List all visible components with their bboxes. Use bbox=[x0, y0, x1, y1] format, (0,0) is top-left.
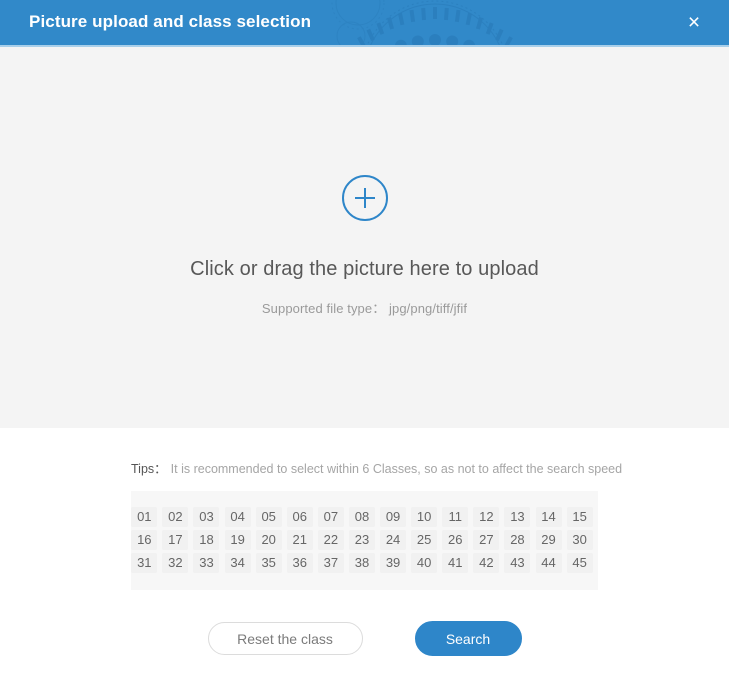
class-chip[interactable]: 15 bbox=[566, 507, 593, 527]
class-chip[interactable]: 21 bbox=[286, 530, 313, 550]
class-chip[interactable]: 34 bbox=[224, 553, 251, 573]
class-chip[interactable]: 12 bbox=[473, 507, 500, 527]
class-chip[interactable]: 01 bbox=[131, 507, 158, 527]
class-chip[interactable]: 32 bbox=[162, 553, 189, 573]
class-chip[interactable]: 06 bbox=[286, 507, 313, 527]
class-chip[interactable]: 07 bbox=[317, 507, 344, 527]
dialog-title: Picture upload and class selection bbox=[29, 12, 312, 31]
class-chip[interactable]: 30 bbox=[566, 530, 593, 550]
class-chip[interactable]: 03 bbox=[193, 507, 220, 527]
class-chip[interactable]: 09 bbox=[380, 507, 407, 527]
class-selection-panel: 01 02 03 04 05 06 07 08 09 10 11 12 13 14 15 16 17 18 19 20… bbox=[131, 491, 598, 590]
class-chip[interactable]: 20 bbox=[255, 530, 282, 550]
close-icon: × bbox=[687, 11, 701, 34]
reset-the-class-button[interactable]: Reset the class bbox=[207, 622, 363, 655]
class-chip[interactable]: 10 bbox=[411, 507, 438, 527]
class-chip[interactable]: 26 bbox=[442, 530, 469, 550]
class-chip[interactable]: 41 bbox=[442, 553, 469, 573]
class-chip[interactable]: 31 bbox=[131, 553, 158, 573]
class-chip[interactable]: 37 bbox=[317, 553, 344, 573]
class-chip[interactable]: 44 bbox=[535, 553, 562, 573]
class-chip[interactable]: 45 bbox=[566, 553, 593, 573]
class-chip[interactable]: 27 bbox=[473, 530, 500, 550]
class-chip[interactable]: 05 bbox=[255, 507, 282, 527]
plus-circle-icon bbox=[341, 175, 388, 221]
tips-text: It is recommended to select within 6 Cla… bbox=[170, 462, 623, 476]
class-chip[interactable]: 29 bbox=[535, 530, 562, 550]
dialog-header: Picture upload and class selection × bbox=[0, 0, 729, 47]
class-chip[interactable]: 38 bbox=[348, 553, 375, 573]
class-chip[interactable]: 40 bbox=[411, 553, 438, 573]
dialog-footer: Reset the class Search bbox=[0, 621, 729, 656]
close-button[interactable]: × bbox=[673, 0, 715, 45]
class-chip[interactable]: 22 bbox=[317, 530, 344, 550]
class-chip[interactable]: 08 bbox=[348, 507, 375, 527]
class-chip[interactable]: 04 bbox=[224, 507, 251, 527]
picture-upload-dialog: Picture upload and class selection × Cli… bbox=[0, 0, 729, 692]
class-chip[interactable]: 33 bbox=[193, 553, 220, 573]
class-chip[interactable]: 17 bbox=[162, 530, 189, 550]
class-chip[interactable]: 13 bbox=[504, 507, 531, 527]
class-chip[interactable]: 19 bbox=[224, 530, 251, 550]
class-grid: 01 02 03 04 05 06 07 08 09 10 11 12 13 14 15 16 17 18 19 20… bbox=[131, 507, 598, 573]
class-chip[interactable]: 18 bbox=[193, 530, 220, 550]
class-chip[interactable]: 16 bbox=[131, 530, 158, 550]
tips-label: Tips： bbox=[131, 462, 167, 476]
tips-row: Tips： It is recommended to select within… bbox=[0, 458, 729, 477]
supported-file-type-text: Supported file type： jpg/png/tiff/jfif bbox=[261, 301, 468, 316]
class-chip[interactable]: 11 bbox=[442, 507, 469, 527]
class-chip[interactable]: 43 bbox=[504, 553, 531, 573]
class-chip[interactable]: 28 bbox=[504, 530, 531, 550]
class-chip[interactable]: 35 bbox=[255, 553, 282, 573]
class-chip[interactable]: 42 bbox=[473, 553, 500, 573]
class-chip[interactable]: 25 bbox=[411, 530, 438, 550]
search-button[interactable]: Search bbox=[414, 621, 522, 656]
class-chip[interactable]: 14 bbox=[535, 507, 562, 527]
upload-prompt-text: Click or drag the picture here to upload bbox=[190, 258, 539, 280]
class-chip[interactable]: 36 bbox=[286, 553, 313, 573]
class-chip[interactable]: 39 bbox=[380, 553, 407, 573]
class-chip[interactable]: 02 bbox=[162, 507, 189, 527]
class-chip[interactable]: 23 bbox=[348, 530, 375, 550]
upload-dropzone[interactable]: Click or drag the picture here to upload… bbox=[0, 47, 729, 428]
class-chip[interactable]: 24 bbox=[380, 530, 407, 550]
